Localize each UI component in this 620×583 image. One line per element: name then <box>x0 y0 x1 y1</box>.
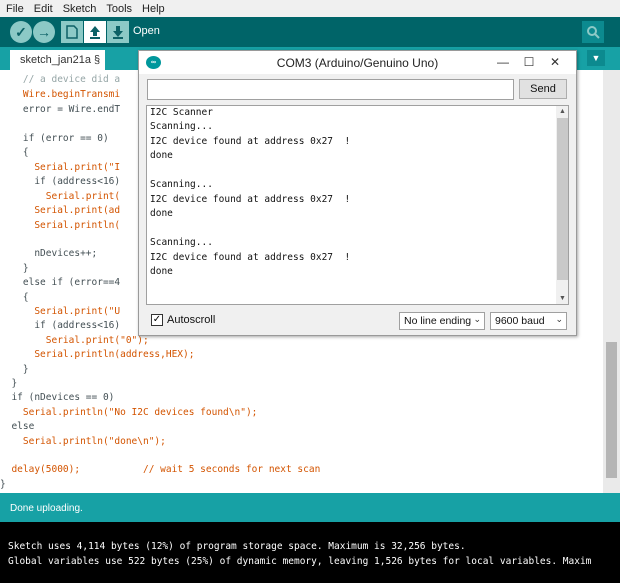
code-line: Serial.println("done\n"); <box>0 436 166 447</box>
serial-send-input[interactable] <box>147 79 514 100</box>
line-ending-select[interactable]: No line ending ⌄ <box>399 312 485 330</box>
editor-scrollbar-thumb[interactable] <box>606 342 617 478</box>
baud-rate-select[interactable]: 9600 baud ⌄ <box>490 312 567 330</box>
toolbar: ✓ → Open <box>0 17 620 47</box>
output-line: I2C device found at address 0x27 ! <box>150 136 351 147</box>
menu-edit[interactable]: Edit <box>28 3 57 15</box>
verify-button[interactable]: ✓ <box>10 21 32 43</box>
checkmark-icon: ✓ <box>152 314 162 325</box>
menu-sketch[interactable]: Sketch <box>57 3 101 15</box>
tab-menu-button[interactable]: ▼ <box>587 50 605 66</box>
code-line: } <box>0 364 29 375</box>
checkmark-icon: ✓ <box>15 23 27 40</box>
serial-monitor-footer: ✓ Autoscroll No line ending ⌄ 9600 baud … <box>139 309 576 335</box>
minimize-button[interactable]: — <box>491 53 515 71</box>
code-line: } <box>0 378 18 389</box>
status-text: Done uploading. <box>10 503 83 514</box>
code-line: else if (error==4 <box>0 277 121 288</box>
chevron-down-icon: ⌄ <box>555 314 563 324</box>
code-line: Serial.print(ad <box>0 205 121 216</box>
output-line: I2C Scanner <box>150 107 213 118</box>
code-line: if (nDevices == 0) <box>0 392 115 403</box>
output-line: done <box>150 150 173 161</box>
output-line: done <box>150 266 173 277</box>
code-line: Serial.print("0"); <box>0 335 149 346</box>
open-arrow-icon <box>90 26 100 39</box>
code-line: else <box>0 421 35 432</box>
code-line: Serial.println(address,HEX); <box>0 349 195 360</box>
console-output: Sketch uses 4,114 bytes (12%) of program… <box>0 522 620 583</box>
code-line: } <box>0 479 6 490</box>
menu-file[interactable]: File <box>0 3 28 15</box>
toolbar-hover-label: Open <box>133 25 160 37</box>
output-line: I2C device found at address 0x27 ! <box>150 252 351 263</box>
save-button[interactable] <box>107 21 129 43</box>
code-line: if (error == 0) <box>0 133 109 144</box>
serial-monitor-titlebar[interactable]: ∞ COM3 (Arduino/Genuino Uno) — ☐ ✕ <box>139 51 576 74</box>
output-scrollbar-thumb[interactable] <box>557 118 568 280</box>
console-line: Global variables use 522 bytes (25%) of … <box>8 556 592 567</box>
code-line: { <box>0 147 29 158</box>
serial-output[interactable]: I2C Scanner Scanning... I2C device found… <box>146 105 569 305</box>
code-line: { <box>0 292 29 303</box>
autoscroll-label: Autoscroll <box>167 314 216 326</box>
code-line: Serial.print( <box>0 191 121 202</box>
code-line: Serial.println( <box>0 220 121 231</box>
magnifier-icon <box>587 26 600 39</box>
code-line: // a device did a <box>0 74 121 85</box>
output-line: Scanning... <box>150 237 213 248</box>
line-ending-value: No line ending <box>404 315 472 327</box>
output-line: Scanning... <box>150 121 213 132</box>
new-file-icon <box>66 25 78 39</box>
open-button[interactable] <box>84 21 106 43</box>
code-line: nDevices++; <box>0 248 98 259</box>
scroll-up-icon[interactable]: ▲ <box>556 106 568 117</box>
editor-scrollbar[interactable] <box>603 70 620 493</box>
status-bar: Done uploading. <box>0 493 620 522</box>
menu-bar: File Edit Sketch Tools Help <box>0 0 620 17</box>
output-line: Scanning... <box>150 179 213 190</box>
code-line: } <box>0 263 29 274</box>
new-button[interactable] <box>61 21 83 43</box>
tab-sketch[interactable]: sketch_jan21a § <box>10 50 105 70</box>
code-line: Serial.println("No I2C devices found\n")… <box>0 407 258 418</box>
output-line: done <box>150 208 173 219</box>
arrow-right-icon: → <box>37 24 51 40</box>
console-line: Sketch uses 4,114 bytes (12%) of program… <box>8 541 466 552</box>
maximize-button[interactable]: ☐ <box>517 53 541 71</box>
output-scrollbar[interactable]: ▲ ▼ <box>556 106 568 304</box>
send-button[interactable]: Send <box>519 79 567 99</box>
code-line: Serial.print("U <box>0 306 121 317</box>
code-line: Wire.beginTransmi <box>0 89 121 100</box>
chevron-down-icon: ▼ <box>591 53 601 63</box>
scroll-down-icon[interactable]: ▼ <box>556 293 568 304</box>
code-line: if (address<16) <box>0 176 121 187</box>
serial-monitor-window: ∞ COM3 (Arduino/Genuino Uno) — ☐ ✕ Send … <box>138 50 577 336</box>
save-arrow-icon <box>113 26 123 39</box>
baud-rate-value: 9600 baud <box>495 315 545 327</box>
code-line: delay(5000); // wait 5 seconds for next … <box>0 464 321 475</box>
chevron-down-icon: ⌄ <box>473 314 481 324</box>
autoscroll-checkbox[interactable]: ✓ <box>151 314 163 326</box>
code-line: Serial.print("I <box>0 162 121 173</box>
code-line: error = Wire.endT <box>0 104 121 115</box>
close-button[interactable]: ✕ <box>543 53 567 71</box>
code-line: if (address<16) <box>0 320 121 331</box>
menu-tools[interactable]: Tools <box>100 3 136 15</box>
output-line: I2C device found at address 0x27 ! <box>150 194 351 205</box>
upload-button[interactable]: → <box>33 21 55 43</box>
serial-monitor-button[interactable] <box>582 21 604 43</box>
menu-help[interactable]: Help <box>136 3 169 15</box>
